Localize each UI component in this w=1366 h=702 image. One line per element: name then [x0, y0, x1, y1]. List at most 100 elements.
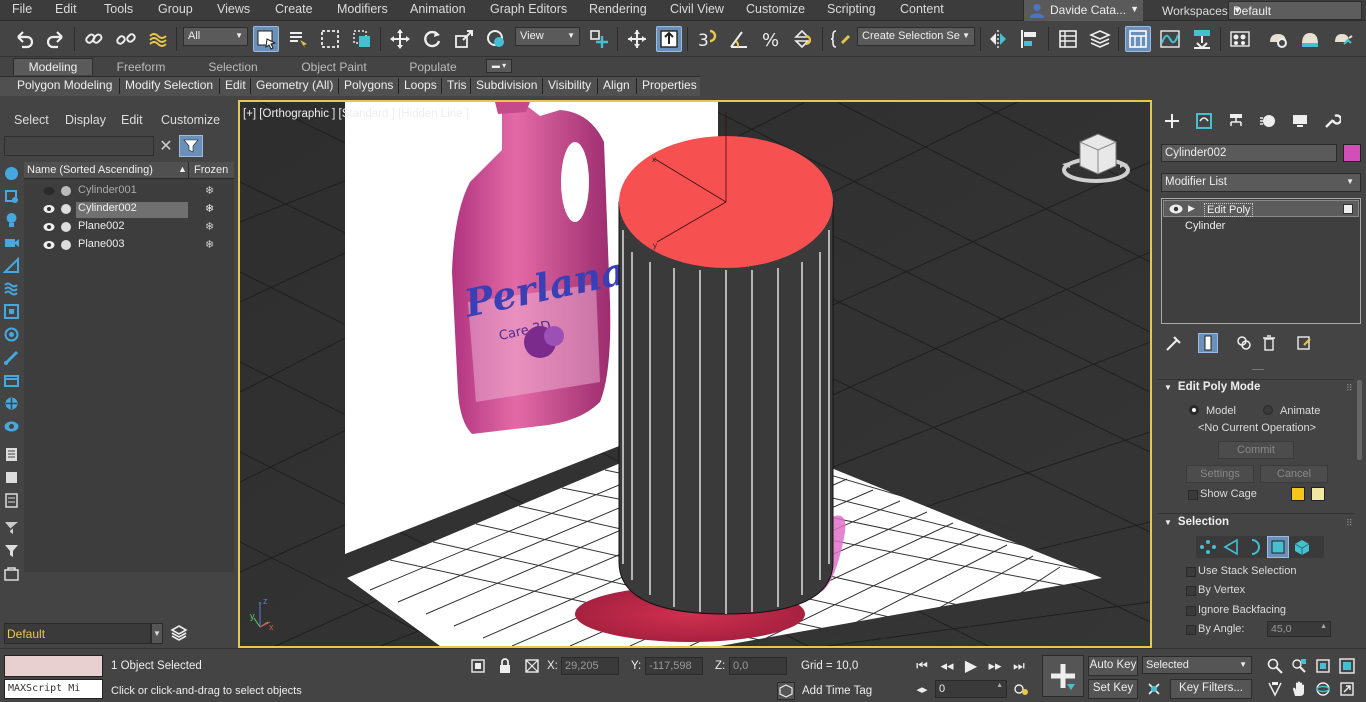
reference-coord-dropdown[interactable]: View ▼	[515, 27, 580, 46]
explorer-row-cylinder001[interactable]: Cylinder001 ❄	[24, 182, 234, 200]
cage-color-swatch[interactable]	[1291, 487, 1305, 501]
angle-snap-button[interactable]	[726, 26, 752, 52]
toggle-scene-explorer-button[interactable]	[1055, 26, 1081, 52]
cameras-filter-icon[interactable]	[3, 234, 20, 251]
hierarchy-tab[interactable]	[1223, 110, 1249, 132]
menu-animation[interactable]: Animation	[410, 2, 466, 16]
ribbon-options-button[interactable]: ▬ ▾	[486, 59, 512, 73]
menu-graph-editors[interactable]: Graph Editors	[490, 2, 567, 16]
auto-key-button[interactable]: Auto Key	[1088, 656, 1138, 676]
explorer-menu-customize[interactable]: Customize	[161, 113, 220, 127]
ribbon-tab-modeling[interactable]: Modeling	[13, 58, 93, 75]
menu-edit[interactable]: Edit	[55, 2, 77, 16]
key-filters-button[interactable]: Key Filters...	[1170, 679, 1252, 699]
snaps-toggle-button[interactable]: 3	[694, 26, 720, 52]
lock-selection-button[interactable]	[496, 657, 514, 675]
animate-radio[interactable]	[1263, 405, 1273, 415]
menu-scripting[interactable]: Scripting	[827, 2, 876, 16]
lights-filter-icon[interactable]	[3, 211, 20, 228]
rendered-frame-window-button[interactable]	[1297, 26, 1323, 52]
ribbon-polygons[interactable]: Polygons	[344, 77, 393, 95]
render-setup-button[interactable]	[1265, 26, 1291, 52]
object-name-field[interactable]: Cylinder002	[1161, 144, 1337, 162]
modifier-list-dropdown[interactable]: Modifier List ▼	[1161, 173, 1361, 192]
mirror-button[interactable]	[985, 26, 1011, 52]
pin-stack-button[interactable]	[1164, 333, 1184, 353]
keyboard-shortcut-override-button[interactable]	[656, 26, 682, 52]
eye-icon[interactable]	[43, 240, 55, 250]
menu-group[interactable]: Group	[158, 2, 193, 16]
menu-views[interactable]: Views	[217, 2, 250, 16]
zoom-extents-all-button[interactable]	[1338, 657, 1356, 675]
maxscript-mini-listener[interactable]: MAXScript Mi	[4, 679, 103, 699]
column-name-header[interactable]: Name (Sorted Ascending)	[27, 164, 153, 176]
display-children-icon[interactable]	[3, 446, 20, 463]
go-to-start-button[interactable]: ⏮	[913, 657, 931, 675]
material-editor-button[interactable]	[1227, 26, 1253, 52]
current-layer-field[interactable]: Default	[4, 623, 151, 644]
remove-modifier-button[interactable]	[1259, 333, 1279, 353]
explorer-row-plane003[interactable]: Plane003 ❄	[24, 236, 234, 254]
ribbon-tab-object-paint[interactable]: Object Paint	[290, 58, 378, 75]
align-button[interactable]	[1017, 26, 1043, 52]
select-none-icon[interactable]	[3, 520, 20, 537]
select-and-place-button[interactable]	[483, 26, 509, 52]
explorer-menu-edit[interactable]: Edit	[121, 113, 143, 127]
show-cage-checkbox[interactable]	[1188, 490, 1198, 500]
cage-selected-color-swatch[interactable]	[1311, 487, 1325, 501]
frozen-icon[interactable]: ❄	[205, 238, 214, 251]
ribbon-tris[interactable]: Tris	[447, 77, 467, 95]
schematic-view-button[interactable]	[1189, 26, 1215, 52]
filter-toggle-button[interactable]	[179, 135, 203, 157]
redo-button[interactable]	[43, 26, 69, 52]
pivot-center-button[interactable]	[586, 26, 612, 52]
field-of-view-button[interactable]	[1266, 680, 1284, 698]
expand-arrow-icon[interactable]: ▶	[1188, 203, 1195, 214]
spinner-snap-button[interactable]	[790, 26, 816, 52]
curve-editor-button[interactable]	[1157, 26, 1183, 52]
frozen-icon[interactable]: ❄	[205, 202, 214, 215]
select-and-rotate-button[interactable]	[419, 26, 445, 52]
use-stack-selection-checkbox[interactable]	[1186, 567, 1196, 577]
ribbon-tab-freeform[interactable]: Freeform	[106, 58, 176, 75]
zoom-button[interactable]	[1266, 657, 1284, 675]
geometry-filter-icon[interactable]	[3, 165, 20, 182]
containers-filter-icon[interactable]	[3, 372, 20, 389]
ribbon-geometry-all[interactable]: Geometry (All)	[256, 77, 333, 95]
explorer-menu-display[interactable]: Display	[65, 113, 106, 127]
set-keys-button[interactable]	[1042, 655, 1084, 697]
display-tab[interactable]	[1287, 110, 1313, 132]
display-toggle-icon[interactable]	[3, 418, 20, 435]
unlink-selection-button[interactable]	[113, 26, 139, 52]
window-crossing-button[interactable]	[349, 26, 375, 52]
ribbon-modify-selection[interactable]: Modify Selection	[125, 77, 213, 95]
spinner-arrows-icon[interactable]: ▲	[1320, 623, 1327, 630]
ribbon-polygon-modeling[interactable]: Polygon Modeling	[17, 77, 112, 95]
by-angle-spinner[interactable]: 45,0 ▲	[1267, 621, 1331, 637]
select-and-scale-button[interactable]	[451, 26, 477, 52]
menu-create[interactable]: Create	[275, 2, 313, 16]
play-button[interactable]: ▶	[962, 657, 980, 675]
absolute-mode-button[interactable]	[523, 657, 541, 675]
menu-file[interactable]: File	[12, 2, 32, 16]
maximize-viewport-button[interactable]	[1338, 680, 1356, 698]
ribbon-loops[interactable]: Loops	[404, 77, 437, 95]
ribbon-tab-populate[interactable]: Populate	[398, 58, 468, 75]
select-and-move-button[interactable]	[387, 26, 413, 52]
configure-modifier-sets-button[interactable]	[1294, 333, 1314, 353]
go-to-end-button[interactable]: ⏭	[1010, 657, 1028, 675]
select-by-name-button[interactable]	[285, 26, 311, 52]
ignore-backfacing-checkbox[interactable]	[1186, 606, 1196, 616]
z-coordinate-field[interactable]: 0,0	[729, 657, 787, 675]
perspective-viewport[interactable]: Perlana Care 3D x y z y x [+] [Orthograp…	[238, 100, 1152, 648]
menu-rendering[interactable]: Rendering	[589, 2, 647, 16]
layer-toggle-icon[interactable]	[3, 566, 20, 583]
y-coordinate-field[interactable]: -117,598	[645, 657, 703, 675]
object-color-swatch[interactable]	[1343, 144, 1361, 162]
motion-tab[interactable]	[1255, 110, 1281, 132]
time-configuration-button[interactable]	[1012, 680, 1030, 698]
zoom-extents-button[interactable]	[1314, 657, 1332, 675]
ribbon-properties[interactable]: Properties	[642, 77, 697, 95]
edit-named-selection-button[interactable]	[828, 26, 854, 52]
key-mode-toggle-button[interactable]: ◂▸	[913, 680, 931, 698]
